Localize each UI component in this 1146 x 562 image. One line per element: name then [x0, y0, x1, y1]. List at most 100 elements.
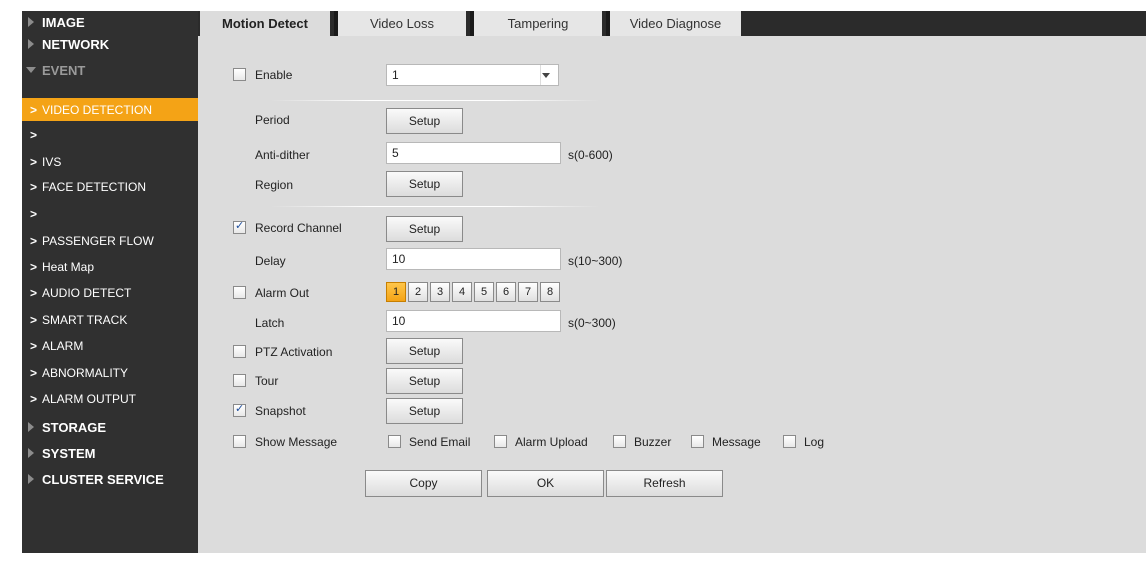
anti-dither-unit: s(0-600): [568, 148, 613, 162]
period-setup-button[interactable]: Setup: [386, 108, 463, 134]
latch-unit: s(0~300): [568, 316, 616, 330]
expand-arrow-icon: [28, 448, 34, 458]
sidebar-item-label: ALARM: [42, 339, 84, 353]
sidebar-item-label: ABNORMALITY: [42, 366, 129, 380]
chevron-right-icon: >: [30, 155, 38, 169]
show-message-checkbox[interactable]: [233, 435, 246, 448]
enable-label: Enable: [255, 68, 293, 82]
ok-button[interactable]: OK: [487, 470, 604, 497]
snapshot-checkbox[interactable]: [233, 402, 246, 417]
buzzer-label: Buzzer: [634, 435, 672, 449]
alarm-out-channel-6[interactable]: 6: [496, 282, 516, 302]
alarm-out-channel-5[interactable]: 5: [474, 282, 494, 302]
sidebar-item-face-detection[interactable]: > FACE DETECTION: [22, 175, 198, 198]
region-label: Region: [255, 178, 294, 192]
chevron-right-icon: >: [30, 313, 38, 327]
sidebar-item-label: ALARM OUTPUT: [42, 392, 137, 406]
chevron-down-icon: [542, 73, 550, 78]
sidebar-item-cluster-service[interactable]: CLUSTER SERVICE: [22, 468, 198, 491]
alarm-out-channel-2[interactable]: 2: [408, 282, 428, 302]
enable-checkbox[interactable]: [233, 68, 246, 81]
copy-button[interactable]: Copy: [365, 470, 482, 497]
sidebar-item-label: IVS: [42, 155, 62, 169]
chevron-right-icon: >: [30, 180, 38, 194]
sidebar-item-label: CLUSTER SERVICE: [42, 472, 164, 487]
sidebar-item-video-detection[interactable]: > VIDEO DETECTION: [22, 98, 198, 121]
log-label: Log: [804, 435, 825, 449]
buzzer-checkbox[interactable]: [613, 435, 626, 448]
alarm-out-checkbox[interactable]: [233, 286, 246, 299]
sidebar-item-event[interactable]: EVENT: [22, 59, 198, 82]
log-checkbox[interactable]: [783, 435, 796, 448]
tab-motion-detect[interactable]: Motion Detect: [200, 11, 330, 36]
sidebar-item-system[interactable]: SYSTEM: [22, 442, 198, 465]
chevron-right-icon: >: [30, 207, 38, 221]
send-email-checkbox[interactable]: [388, 435, 401, 448]
snapshot-setup-button[interactable]: Setup: [386, 398, 463, 424]
channel-select[interactable]: 1: [386, 64, 559, 86]
delay-unit: s(10~300): [568, 254, 623, 268]
show-message-label: Show Message: [255, 435, 338, 449]
delay-label: Delay: [255, 254, 286, 268]
message-label: Message: [712, 435, 761, 449]
expand-arrow-icon: [28, 474, 34, 484]
alarm-out-channel-4[interactable]: 4: [452, 282, 472, 302]
sidebar-item-alarm-output[interactable]: > ALARM OUTPUT: [22, 387, 198, 410]
sidebar-item-image[interactable]: IMAGE: [22, 11, 198, 34]
send-email-label: Send Email: [409, 435, 471, 449]
message-checkbox[interactable]: [691, 435, 704, 448]
sidebar-item-passenger-flow[interactable]: > PASSENGER FLOW: [22, 229, 198, 252]
tour-checkbox[interactable]: [233, 374, 246, 387]
sidebar-item-label: EVENT: [42, 63, 86, 78]
chevron-right-icon: >: [30, 260, 38, 274]
chevron-right-icon: >: [30, 234, 38, 248]
sidebar-item-abnormality[interactable]: > ABNORMALITY: [22, 361, 198, 384]
chevron-right-icon: >: [30, 339, 38, 353]
ptz-activation-label: PTZ Activation: [255, 345, 333, 359]
sidebar-item-ivs[interactable]: > IVS: [22, 150, 198, 173]
sidebar-item-label: SYSTEM: [42, 446, 96, 461]
record-channel-checkbox[interactable]: [233, 219, 246, 234]
anti-dither-input[interactable]: 5: [386, 142, 561, 164]
ptz-setup-button[interactable]: Setup: [386, 338, 463, 364]
latch-input[interactable]: 10: [386, 310, 561, 332]
expand-arrow-icon: [28, 39, 34, 49]
tab-video-loss[interactable]: Video Loss: [334, 11, 466, 36]
sidebar-item-label: SMART TRACK: [42, 313, 128, 327]
tour-label: Tour: [255, 374, 279, 388]
expand-arrow-icon: [28, 422, 34, 432]
record-channel-setup-button[interactable]: Setup: [386, 216, 463, 242]
sidebar-item-heat-map[interactable]: > Heat Map: [22, 255, 198, 278]
alarm-out-channel-1[interactable]: 1: [386, 282, 406, 302]
sidebar-item-label: VIDEO DETECTION: [42, 103, 153, 117]
sidebar-item-label: AUDIO DETECT: [42, 286, 132, 300]
collapse-arrow-icon: [26, 67, 36, 73]
ptz-activation-checkbox[interactable]: [233, 345, 246, 358]
sidebar-item-unlabeled-2[interactable]: >: [22, 202, 198, 225]
refresh-button[interactable]: Refresh: [606, 470, 723, 497]
delay-input[interactable]: 10: [386, 248, 561, 270]
tab-tampering[interactable]: Tampering: [470, 11, 602, 36]
sidebar-item-storage[interactable]: STORAGE: [22, 416, 198, 439]
anti-dither-label: Anti-dither: [255, 148, 310, 162]
tour-setup-button[interactable]: Setup: [386, 368, 463, 394]
sidebar-item-label: FACE DETECTION: [42, 180, 147, 194]
alarm-out-channel-7[interactable]: 7: [518, 282, 538, 302]
tab-video-diagnose[interactable]: Video Diagnose: [606, 11, 741, 36]
alarm-out-channel-3[interactable]: 3: [430, 282, 450, 302]
alarm-upload-checkbox[interactable]: [494, 435, 507, 448]
chevron-right-icon: >: [30, 103, 38, 117]
divider: [270, 206, 600, 207]
snapshot-label: Snapshot: [255, 404, 306, 418]
sidebar: IMAGE NETWORK EVENT > VIDEO DETECTION > …: [22, 11, 198, 553]
sidebar-item-alarm[interactable]: > ALARM: [22, 334, 198, 357]
sidebar-item-unlabeled-1[interactable]: >: [22, 123, 198, 146]
sidebar-item-network[interactable]: NETWORK: [22, 33, 198, 56]
sidebar-item-audio-detect[interactable]: > AUDIO DETECT: [22, 281, 198, 304]
sidebar-item-label: IMAGE: [42, 15, 85, 30]
alarm-out-channel-8[interactable]: 8: [540, 282, 560, 302]
region-setup-button[interactable]: Setup: [386, 171, 463, 197]
alarm-out-channels: 1 2 3 4 5 6 7 8: [386, 282, 626, 302]
sidebar-item-smart-track[interactable]: > SMART TRACK: [22, 308, 198, 331]
divider: [270, 100, 600, 101]
